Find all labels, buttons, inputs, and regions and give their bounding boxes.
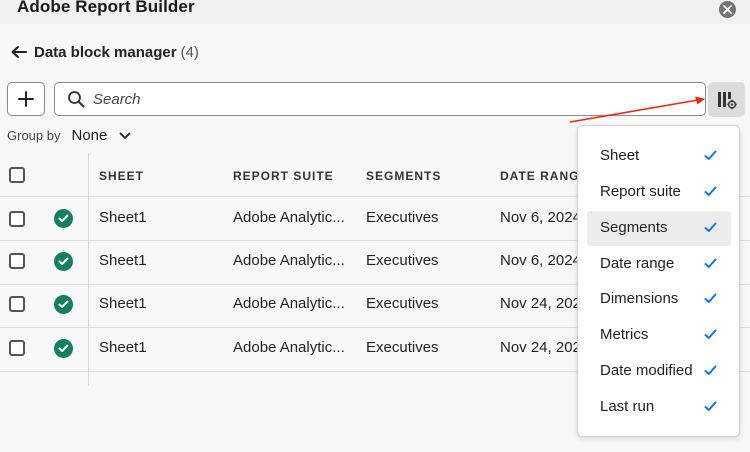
checkmark-icon [704,258,717,268]
cell-segments: Executives [366,209,439,226]
cell-date-range: Nov 6, 2024 [500,252,581,269]
cell-sheet: Sheet1 [99,209,147,226]
cell-segments: Executives [366,252,439,269]
group-by-control: Group by None [7,126,131,144]
select-all-checkbox[interactable] [9,167,25,183]
menu-item-report-suite[interactable]: Report suite [587,175,731,210]
page-title: Data block manager [34,43,177,61]
menu-item-sheet[interactable]: Sheet [587,139,731,174]
column-divider [88,153,89,386]
checkmark-icon [704,365,717,375]
close-button[interactable] [719,1,736,18]
checkmark-icon [704,293,717,303]
column-header-sheet[interactable]: SHEET [99,169,144,183]
menu-item-label: Dimensions [600,290,679,307]
row-checkbox[interactable] [9,340,25,356]
row-checkbox[interactable] [9,296,25,312]
checkmark-icon [704,186,717,196]
cell-report-suite: Adobe Analytic... [233,339,345,356]
group-by-label: Group by [7,127,61,143]
back-arrow-icon[interactable] [10,45,28,59]
success-status-icon [54,209,73,228]
search-icon [68,91,85,108]
success-status-icon [54,339,73,358]
menu-item-date-range[interactable]: Date range [587,247,731,282]
title-bar: Adobe Report Builder [0,0,750,24]
success-status-icon [54,252,73,271]
chevron-down-icon[interactable] [119,132,131,140]
menu-item-label: Date modified [600,362,693,379]
column-visibility-menu: Sheet Report suite Segments Date range D… [577,125,740,437]
column-settings-button[interactable] [708,82,745,117]
cell-date-range: Nov 24, 2024 [500,339,590,356]
menu-item-label: Segments [600,219,668,236]
annotation-arrow-icon [569,96,705,123]
checkmark-icon [704,329,717,339]
row-checkbox[interactable] [9,253,25,269]
checkmark-icon [704,150,717,160]
menu-item-label: Date range [600,255,675,272]
app-title: Adobe Report Builder [17,0,195,16]
checkmark-icon [704,401,717,411]
menu-item-label: Metrics [600,326,649,343]
cell-report-suite: Adobe Analytic... [233,252,345,269]
column-header-segments[interactable]: SEGMENTS [366,169,441,183]
cell-date-range: Nov 24, 2024 [500,295,590,312]
cell-sheet: Sheet1 [99,295,147,312]
menu-item-segments[interactable]: Segments [587,211,731,246]
menu-item-metrics[interactable]: Metrics [587,318,731,353]
column-header-date-range[interactable]: DATE RANGE [500,169,588,183]
column-header-report-suite[interactable]: REPORT SUITE [233,169,334,183]
menu-item-label: Report suite [600,183,681,200]
menu-item-label: Sheet [600,147,640,164]
menu-item-date-modified[interactable]: Date modified [587,354,731,389]
close-icon [723,5,732,14]
menu-item-dimensions[interactable]: Dimensions [587,282,731,317]
block-count: (4) [180,43,199,61]
cell-sheet: Sheet1 [99,252,147,269]
cell-segments: Executives [366,295,439,312]
menu-item-label: Last run [600,398,655,415]
page-header: Data block manager (4) [10,42,199,62]
column-settings-icon [717,91,737,109]
cell-segments: Executives [366,339,439,356]
cell-sheet: Sheet1 [99,339,147,356]
group-by-value[interactable]: None [71,127,107,144]
menu-item-last-run[interactable]: Last run [587,390,731,425]
add-button[interactable] [7,82,45,116]
plus-icon [18,91,34,107]
cell-date-range: Nov 6, 2024 [500,209,581,226]
checkmark-icon [704,222,717,232]
cell-report-suite: Adobe Analytic... [233,295,345,312]
row-checkbox[interactable] [9,211,25,227]
success-status-icon [54,295,73,314]
cell-report-suite: Adobe Analytic... [233,209,345,226]
